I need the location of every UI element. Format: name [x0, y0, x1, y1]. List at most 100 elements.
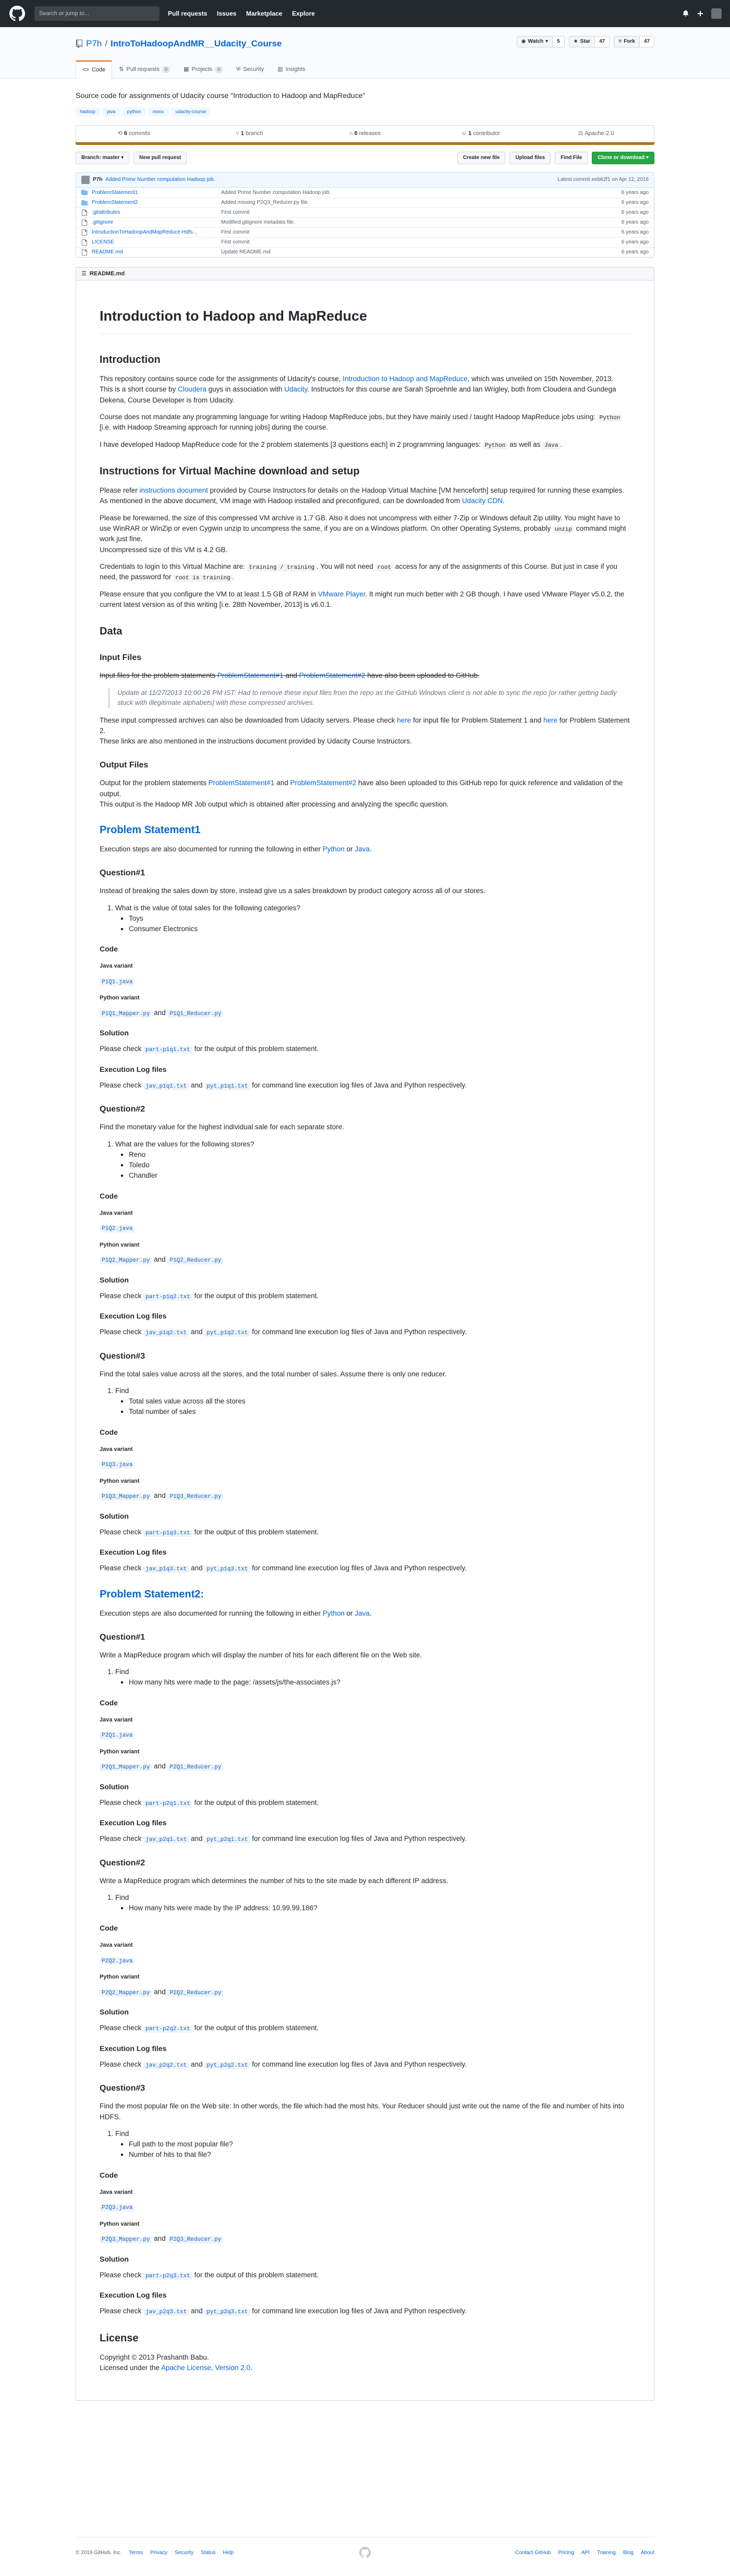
cloudera-link[interactable]: Cloudera — [178, 385, 206, 393]
python-link[interactable]: Python — [323, 845, 345, 853]
java-file-link[interactable]: P2Q1.java — [100, 1732, 135, 1739]
mapper-file-link[interactable]: P1Q3_Mapper.py — [100, 1493, 152, 1500]
commits-count[interactable]: ⟲ 6 commits — [76, 126, 192, 142]
footer-link[interactable]: Privacy — [150, 2549, 167, 2557]
mapper-file-link[interactable]: P2Q3_Mapper.py — [100, 2236, 152, 2243]
license-link[interactable]: ⚖ Apache-2.0 — [538, 126, 654, 142]
user-avatar[interactable] — [711, 8, 722, 19]
topic-tag[interactable]: mooc — [148, 107, 168, 117]
python-log-link[interactable]: pyt_p2q3.txt — [204, 2309, 250, 2316]
tab-security[interactable]: ⛨ Security — [229, 60, 271, 78]
reducer-file-link[interactable]: P1Q2_Reducer.py — [167, 1257, 224, 1264]
output-file-link[interactable]: part-p2q3.txt — [143, 2272, 192, 2280]
branch-select[interactable]: Branch: master ▾ — [76, 151, 130, 164]
file-name[interactable]: .gitignore — [92, 218, 216, 226]
repo-owner-link[interactable]: P7h — [86, 37, 102, 51]
watch-count[interactable]: 5 — [553, 36, 564, 47]
java-file-link[interactable]: P1Q2.java — [100, 1225, 135, 1232]
python-link[interactable]: Python — [323, 1609, 345, 1617]
java-link[interactable]: Java — [355, 1609, 370, 1617]
footer-link[interactable]: Pricing — [558, 2549, 574, 2557]
author-avatar[interactable] — [81, 175, 90, 184]
nav-pull-requests[interactable]: Pull requests — [168, 10, 207, 17]
mapper-file-link[interactable]: P2Q1_Mapper.py — [100, 1764, 152, 1771]
udacity-cdn-link[interactable]: Udacity CDN — [462, 497, 503, 505]
github-mark-icon[interactable] — [359, 2547, 371, 2558]
output-file-link[interactable]: part-p2q2.txt — [143, 2025, 192, 2033]
tab-pull-requests[interactable]: ⇅ Pull requests 0 — [112, 60, 177, 78]
ps2-link[interactable]: ProblemStatement#2 — [299, 672, 366, 679]
section-problem-statement-1[interactable]: Problem Statement1 — [100, 822, 630, 838]
star-button[interactable]: ★ Star 47 — [568, 36, 610, 47]
plus-icon[interactable] — [697, 10, 704, 17]
java-file-link[interactable]: P2Q3.java — [100, 2204, 135, 2212]
nav-marketplace[interactable]: Marketplace — [246, 10, 282, 17]
releases-count[interactable]: ⌂ 0 releases — [307, 126, 423, 142]
reducer-file-link[interactable]: P2Q1_Reducer.py — [167, 1764, 224, 1771]
tab-projects[interactable]: ▦ Projects 0 — [177, 60, 229, 78]
python-log-link[interactable]: pyt_p1q3.txt — [204, 1566, 250, 1573]
footer-link[interactable]: Training — [597, 2549, 616, 2557]
latest-commit-info[interactable]: Latest commit eeb62f1 on Apr 12, 2016 — [557, 176, 649, 184]
ps1-link[interactable]: ProblemStatement#1 — [217, 672, 284, 679]
footer-link[interactable]: Help — [223, 2549, 234, 2557]
java-log-link[interactable]: jav_p2q2.txt — [143, 2061, 189, 2069]
file-commit-message[interactable]: First commit — [216, 238, 597, 246]
file-commit-message[interactable]: Update README.md — [216, 248, 597, 256]
udacity-link[interactable]: Udacity — [284, 385, 307, 393]
file-name[interactable]: ProblemStatement2 — [92, 199, 216, 206]
topic-tag[interactable]: python — [123, 107, 145, 117]
footer-link[interactable]: API — [581, 2549, 590, 2557]
reducer-file-link[interactable]: P1Q3_Reducer.py — [167, 1493, 224, 1500]
fork-count[interactable]: 47 — [640, 36, 654, 47]
apache-license-link[interactable]: Apache License, Version 2.0 — [161, 2364, 250, 2372]
input-ps1-link[interactable]: here — [397, 716, 411, 724]
footer-link[interactable]: Status — [201, 2549, 215, 2557]
ps1-link[interactable]: ProblemStatement#1 — [209, 779, 275, 787]
file-commit-message[interactable]: First commit — [216, 209, 597, 216]
new-pull-request-button[interactable]: New pull request — [133, 151, 187, 164]
find-file-button[interactable]: Find File — [555, 151, 588, 164]
mapper-file-link[interactable]: P1Q2_Mapper.py — [100, 1257, 152, 1264]
nav-explore[interactable]: Explore — [292, 10, 315, 17]
topic-tag[interactable]: hadoop — [76, 107, 100, 117]
file-name[interactable]: ProblemStatement1 — [92, 189, 216, 197]
java-file-link[interactable]: P1Q1.java — [100, 978, 135, 986]
contributors-count[interactable]: ☺ 1 contributor — [423, 126, 539, 142]
commit-message[interactable]: Added Prime Number computation Hadoop jo… — [105, 176, 215, 184]
footer-link[interactable]: About — [641, 2549, 654, 2557]
branches-count[interactable]: ⑂ 1 branch — [192, 126, 308, 142]
vmware-link[interactable]: VMware Player — [318, 590, 366, 598]
java-link[interactable]: Java — [355, 845, 370, 853]
java-log-link[interactable]: jav_p2q1.txt — [143, 1836, 189, 1844]
topic-tag[interactable]: udacity-course — [171, 107, 211, 117]
file-commit-message[interactable]: Modified gitignore metadata file. — [216, 218, 597, 226]
reducer-file-link[interactable]: P1Q1_Reducer.py — [167, 1010, 224, 1018]
ps2-link[interactable]: ProblemStatement#2 — [290, 779, 356, 787]
nav-issues[interactable]: Issues — [217, 10, 236, 17]
clone-download-button[interactable]: Clone or download ▾ — [592, 151, 654, 164]
reducer-file-link[interactable]: P2Q2_Reducer.py — [167, 1989, 224, 1997]
footer-link[interactable]: Blog — [623, 2549, 634, 2557]
watch-button[interactable]: ◉ Watch ▾ 5 — [516, 36, 565, 47]
python-log-link[interactable]: pyt_p1q1.txt — [204, 1082, 250, 1090]
output-file-link[interactable]: part-p1q1.txt — [143, 1046, 192, 1054]
github-logo-icon[interactable] — [9, 6, 25, 21]
output-file-link[interactable]: part-p2q1.txt — [143, 1800, 192, 1808]
file-name[interactable]: LICENSE — [92, 238, 216, 246]
java-log-link[interactable]: jav_p1q2.txt — [143, 1329, 189, 1337]
tab-insights[interactable]: ▥ Insights — [271, 60, 312, 78]
file-name[interactable]: .gitattributes — [92, 209, 216, 216]
output-file-link[interactable]: part-p1q2.txt — [143, 1293, 192, 1301]
python-log-link[interactable]: pyt_p1q2.txt — [204, 1329, 250, 1337]
course-link[interactable]: Introduction to Hadoop and MapReduce — [343, 375, 467, 383]
file-commit-message[interactable]: Added Prime Number computation Hadoop jo… — [216, 189, 597, 197]
java-file-link[interactable]: P2Q2.java — [100, 1957, 135, 1965]
java-log-link[interactable]: jav_p1q1.txt — [143, 1082, 189, 1090]
java-log-link[interactable]: jav_p1q3.txt — [143, 1566, 189, 1573]
file-name[interactable]: README.md — [92, 248, 216, 256]
file-commit-message[interactable]: First commit — [216, 228, 597, 236]
output-file-link[interactable]: part-p1q3.txt — [143, 1529, 192, 1537]
repo-name-link[interactable]: IntroToHadoopAndMR__Udacity_Course — [111, 37, 282, 51]
mapper-file-link[interactable]: P1Q1_Mapper.py — [100, 1010, 152, 1018]
